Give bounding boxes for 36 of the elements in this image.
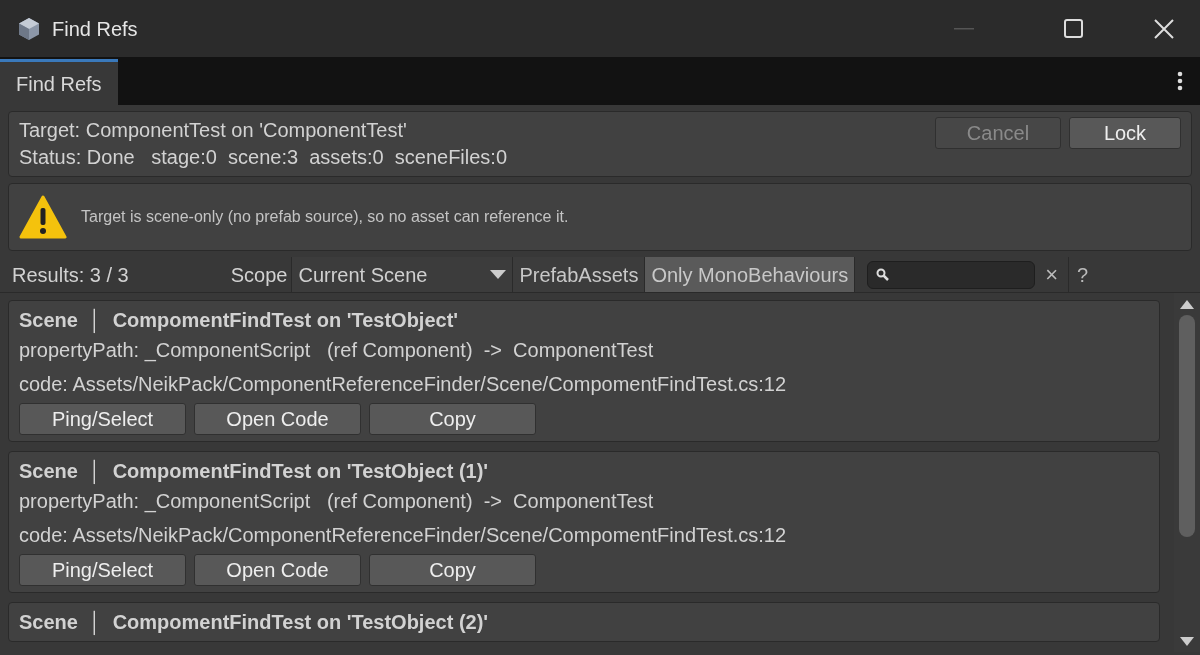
- filter-toggle[interactable]: PrefabAssets: [513, 257, 646, 292]
- window-title: Find Refs: [52, 16, 138, 42]
- scrollbar-thumb[interactable]: [1179, 315, 1195, 537]
- scope-dropdown[interactable]: Current Scene: [291, 257, 514, 292]
- caret-icon: [490, 270, 507, 279]
- copy-button[interactable]: Copy: [369, 403, 536, 435]
- clear-search-button[interactable]: ×: [1035, 257, 1069, 292]
- result-title: Scene │ CompomentFindTest on 'TestObject (1)': [19, 458, 490, 484]
- code-path-text: code: Assets/NeikPack/ComponentReferenceFinder/Scene/CompomentFindTest.cs:12: [19, 372, 788, 397]
- code-path-text: code: Assets/NeikPack/ComponentReferenceFinder/Scene/CompomentFindTest.cs:12: [19, 523, 788, 548]
- result-title: Scene │ CompomentFindTest on 'TestObject': [19, 307, 460, 333]
- scroll-down-icon[interactable]: [1180, 637, 1194, 646]
- result-title: Scene │ CompomentFindTest on 'TestObject (2)': [19, 609, 490, 635]
- app-logo-icon: [16, 15, 42, 42]
- tab[interactable]: Find Refs: [0, 59, 118, 105]
- warning-message: Target is scene-only (no prefab source), so no asset can reference it.: [81, 207, 569, 227]
- scope-label: Scope: [229, 262, 289, 288]
- warning-icon: [19, 195, 67, 239]
- status-text: Status: Done stage:0 scene:3 assets:0 sceneFiles:0: [19, 145, 508, 170]
- property-path-text: propertyPath: _ComponentScript (ref Component) -> ComponentTest: [19, 489, 655, 515]
- close-icon[interactable]: [1154, 18, 1174, 39]
- copy-button[interactable]: Copy: [369, 554, 536, 586]
- filter-toggle[interactable]: Only MonoBehaviours: [645, 257, 856, 292]
- ping-select-button[interactable]: Ping/Select: [19, 554, 186, 586]
- target-text: Target: ComponentTest on 'ComponentTest': [19, 118, 408, 143]
- maximize-icon[interactable]: [1064, 18, 1084, 39]
- help-button[interactable]: ?: [1068, 257, 1089, 292]
- search-field[interactable]: [867, 261, 1036, 289]
- results-count: Results: 3 / 3: [11, 262, 130, 288]
- open-code-button[interactable]: Open Code: [194, 403, 361, 435]
- property-path-text: propertyPath: _ComponentScript (ref Component) -> ComponentTest: [19, 338, 655, 364]
- scroll-up-icon[interactable]: [1180, 300, 1194, 309]
- lock-button[interactable]: Lock: [1069, 117, 1181, 149]
- open-code-button[interactable]: Open Code: [194, 554, 361, 586]
- ping-select-button[interactable]: Ping/Select: [19, 403, 186, 435]
- search-icon: [876, 268, 891, 282]
